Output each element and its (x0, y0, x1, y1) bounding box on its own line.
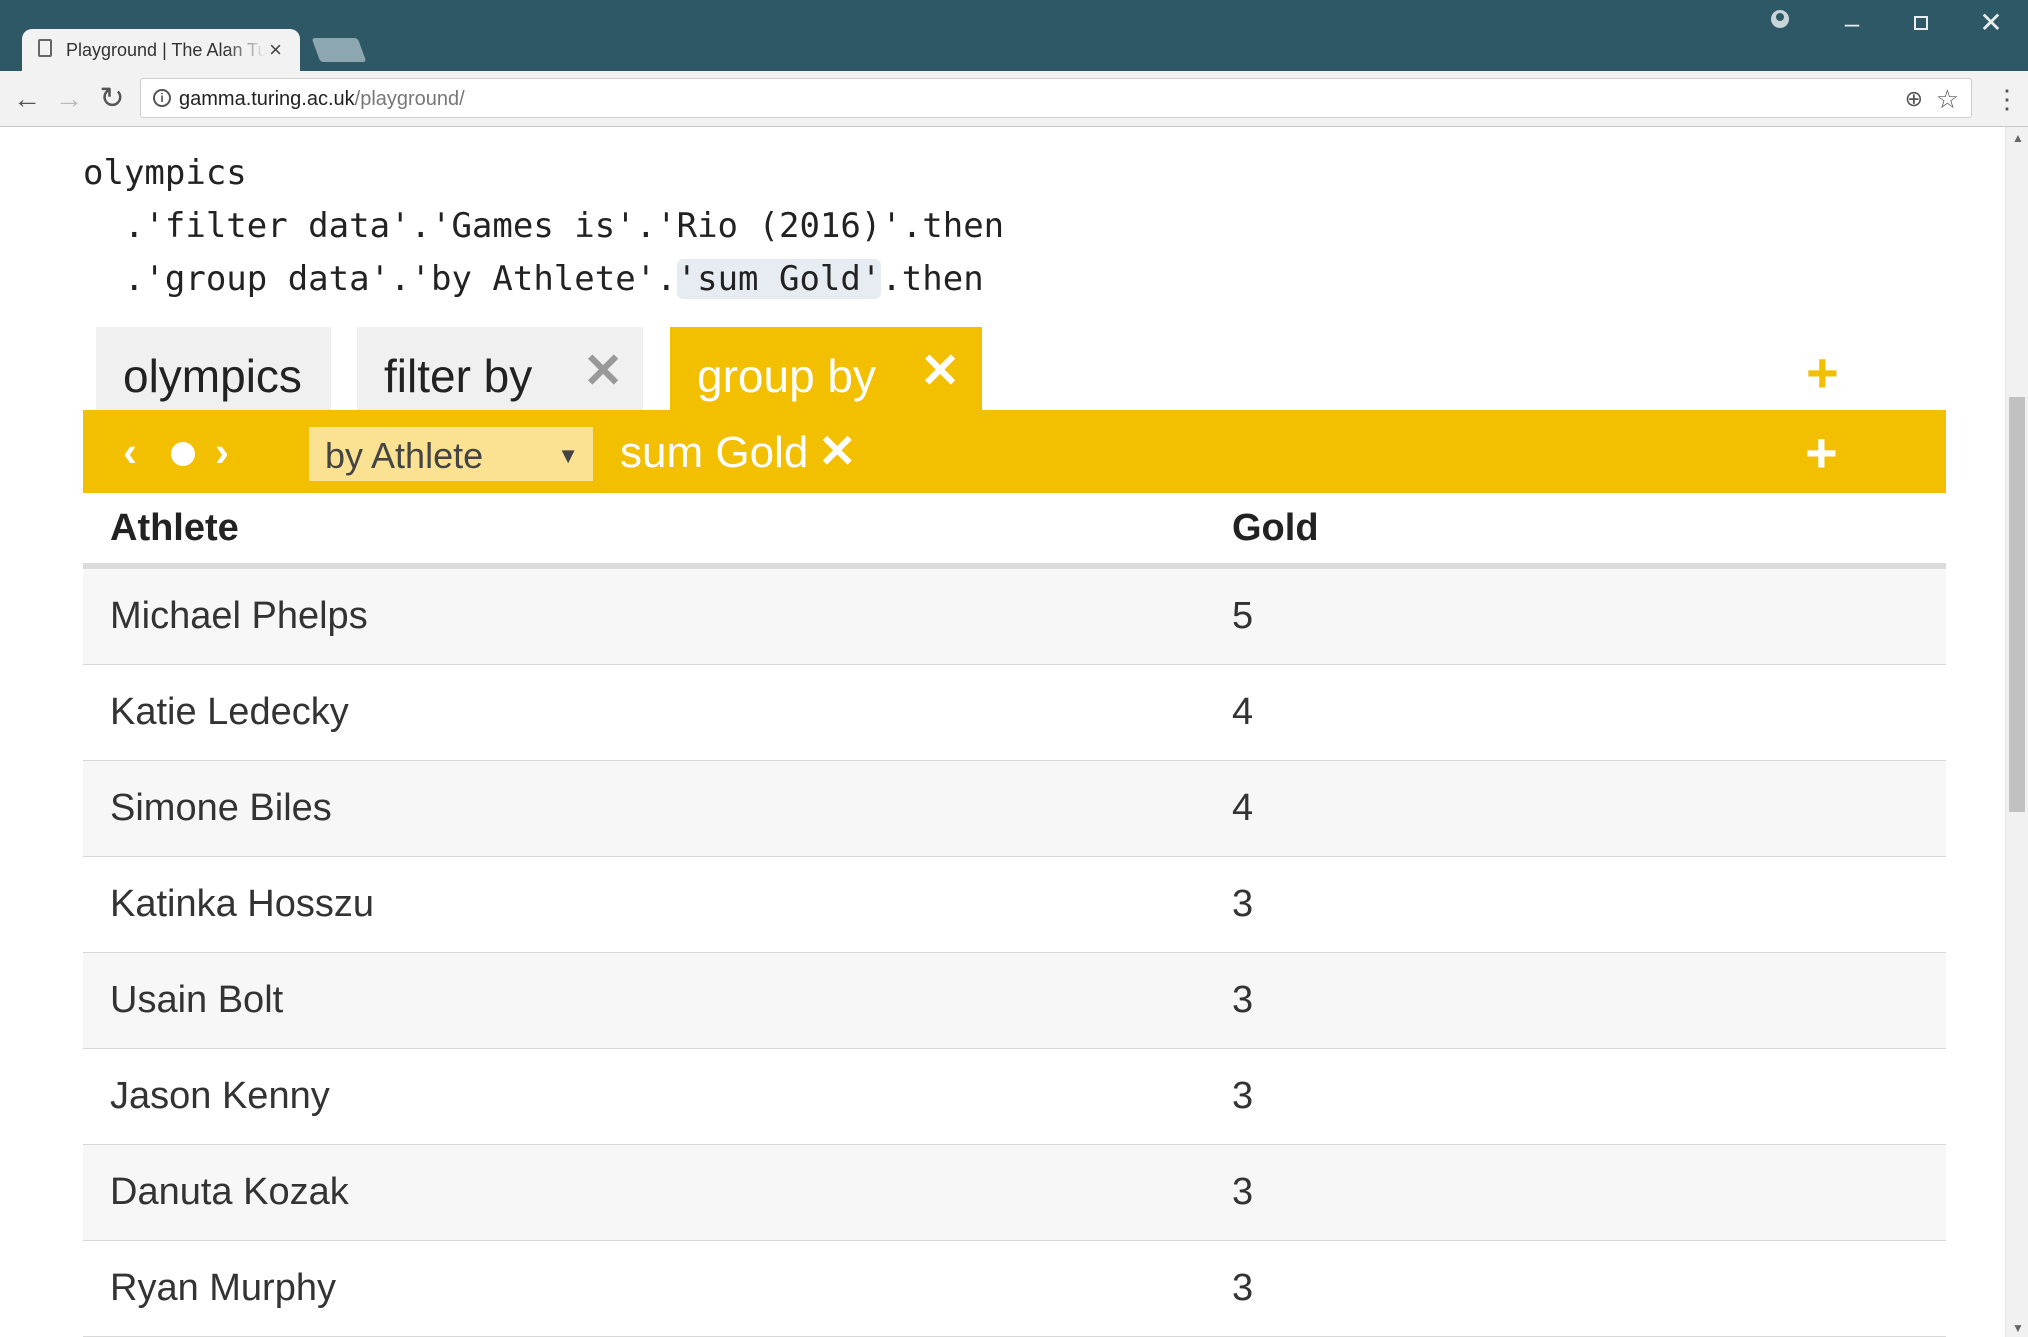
remove-filter-icon[interactable]: ✕ (583, 343, 623, 399)
code-expression: olympics .'filter data'.'Games is'.'Rio … (83, 147, 1004, 306)
group-key-value: by Athlete (325, 435, 484, 476)
browser-title-bar: Playground | The Alan Turing Institute ×… (0, 0, 2028, 71)
athlete-cell: Katie Ledecky (83, 664, 1205, 761)
tab-title: Playground | The Alan Turing Institute (66, 40, 266, 60)
tab-group-by[interactable]: group by ✕ (670, 327, 982, 411)
column-header-athlete[interactable]: Athlete (83, 493, 1205, 569)
table-row: Katinka Hosszu 3 (83, 856, 1946, 953)
gold-cell: 3 (1205, 1240, 1946, 1337)
address-bar[interactable]: i gamma.turing.ac.uk/playground/ ⊕ ☆ (140, 78, 1972, 118)
profile-icon[interactable] (1768, 10, 1792, 34)
dropdown-caret-icon: ▼ (557, 443, 579, 468)
tab-olympics[interactable]: olympics (96, 327, 331, 411)
table-header-row: Athlete Gold (83, 493, 1946, 569)
url-text: gamma.turing.ac.uk/playground/ (179, 88, 465, 111)
vertical-scrollbar[interactable]: ▲ ▼ (2005, 127, 2028, 1337)
page-viewport: olympics .'filter data'.'Games is'.'Rio … (0, 127, 2005, 1337)
gold-cell: 4 (1205, 760, 1946, 857)
gold-cell: 3 (1205, 1048, 1946, 1145)
chevron-right-icon[interactable]: › (215, 428, 229, 476)
gold-cell: 4 (1205, 664, 1946, 761)
athlete-cell: Danuta Kozak (83, 1144, 1205, 1241)
info-icon[interactable]: i (153, 89, 171, 107)
browser-menu-icon[interactable]: ⋮ (1994, 83, 2020, 115)
athlete-cell: Ryan Murphy (83, 1240, 1205, 1337)
add-step-icon[interactable]: + (1806, 345, 1839, 401)
zoom-icon[interactable]: ⊕ (1905, 86, 1923, 112)
close-window-button[interactable]: ✕ (1974, 8, 2008, 38)
table-row: Katie Ledecky 4 (83, 664, 1946, 761)
gold-cell: 3 (1205, 856, 1946, 953)
table-row: Jason Kenny 3 (83, 1048, 1946, 1145)
tab-label: filter by (384, 350, 533, 402)
add-aggregate-icon[interactable]: + (1805, 420, 1838, 485)
forward-button[interactable]: → (52, 82, 86, 116)
remove-aggregate-icon[interactable]: ✕ (818, 424, 857, 478)
table-row: Danuta Kozak 3 (83, 1144, 1946, 1241)
minimize-button[interactable]: – (1835, 8, 1869, 38)
browser-tab[interactable]: Playground | The Alan Turing Institute × (22, 29, 300, 71)
table-row: Usain Bolt 3 (83, 952, 1946, 1049)
athlete-cell: Michael Phelps (83, 566, 1205, 665)
athlete-cell: Usain Bolt (83, 952, 1205, 1049)
table-row: Ryan Murphy 3 (83, 1240, 1946, 1337)
tab-label: olympics (123, 350, 302, 402)
tab-filter-by[interactable]: filter by ✕ (357, 327, 643, 411)
aggregate-label: sum Gold (620, 428, 809, 477)
scroll-up-arrow-icon[interactable]: ▲ (2012, 131, 2024, 145)
page-icon (38, 39, 52, 57)
tab-close-icon[interactable]: × (269, 37, 282, 63)
gold-cell: 5 (1205, 566, 1946, 665)
scrollbar-thumb[interactable] (2009, 397, 2025, 812)
gold-cell: 3 (1205, 1144, 1946, 1241)
column-header-gold[interactable]: Gold (1205, 493, 1946, 569)
dot-icon[interactable] (171, 442, 195, 466)
group-by-toolbar: ‹ › by Athlete ▼ sum Gold ✕ + (83, 410, 1946, 493)
bookmark-star-icon[interactable]: ☆ (1936, 84, 1959, 115)
table-row: Simone Biles 4 (83, 760, 1946, 857)
back-button[interactable]: ← (10, 82, 44, 116)
url-path: /playground/ (354, 88, 465, 110)
results-table: Athlete Gold Michael Phelps 5 Katie Ledec… (83, 493, 1946, 1337)
url-host: gamma.turing.ac.uk (179, 88, 355, 110)
code-highlight[interactable]: 'sum Gold' (676, 259, 882, 299)
browser-toolbar: ← → ↻ i gamma.turing.ac.uk/playground/ ⊕… (0, 71, 2028, 127)
athlete-cell: Katinka Hosszu (83, 856, 1205, 953)
maximize-button[interactable] (1904, 8, 1938, 38)
gold-cell: 3 (1205, 952, 1946, 1049)
chevron-left-icon[interactable]: ‹ (123, 428, 137, 476)
athlete-cell: Jason Kenny (83, 1048, 1205, 1145)
remove-group-icon[interactable]: ✕ (920, 343, 960, 399)
athlete-cell: Simone Biles (83, 760, 1205, 857)
code-line-3-prefix: .'group data'.'by Athlete'. (83, 259, 677, 299)
scroll-down-arrow-icon[interactable]: ▼ (2012, 1321, 2024, 1335)
reload-button[interactable]: ↻ (95, 82, 129, 116)
tab-label: group by (697, 350, 877, 402)
group-key-select[interactable]: by Athlete ▼ (309, 427, 593, 481)
code-line-1: olympics (83, 153, 247, 193)
new-tab-button[interactable] (311, 38, 367, 62)
table-row: Michael Phelps 5 (83, 566, 1946, 665)
code-line-2: .'filter data'.'Games is'.'Rio (2016)'.t… (83, 206, 1005, 246)
code-line-3-suffix: .then (881, 259, 984, 299)
